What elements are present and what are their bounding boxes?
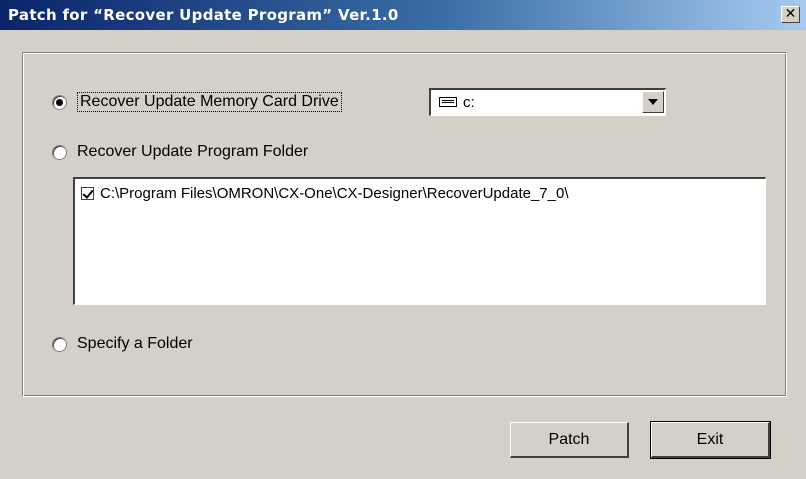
close-button[interactable]: ✕ <box>781 6 800 23</box>
folder-path: C:\Program Files\OMRON\CX-One\CX-Designe… <box>100 185 569 202</box>
folder-checkbox[interactable] <box>81 187 94 200</box>
radio-folder[interactable] <box>52 144 67 160</box>
title-bar[interactable]: Patch for “Recover Update Program” Ver.1… <box>0 0 806 30</box>
radio-specify[interactable] <box>52 336 67 352</box>
option-drive-text: Recover Update Memory Card Drive <box>80 93 339 110</box>
drive-icon <box>439 97 457 107</box>
list-item[interactable]: C:\Program Files\OMRON\CX-One\CX-Designe… <box>81 185 569 202</box>
folder-list[interactable]: C:\Program Files\OMRON\CX-One\CX-Designe… <box>73 177 766 305</box>
chevron-down-icon <box>648 99 658 105</box>
patch-button[interactable]: Patch <box>510 422 629 458</box>
drive-select[interactable]: c: <box>429 88 666 116</box>
radio-drive[interactable] <box>52 94 67 110</box>
drive-dropdown-button[interactable] <box>642 91 664 113</box>
option-specify-label: Specify a Folder <box>77 335 193 352</box>
window-title: Patch for “Recover Update Program” Ver.1… <box>8 6 399 24</box>
option-drive-label: Recover Update Memory Card Drive <box>77 92 342 112</box>
close-icon: ✕ <box>784 6 797 22</box>
option-folder[interactable]: Recover Update Program Folder <box>52 143 308 161</box>
option-drive[interactable]: Recover Update Memory Card Drive <box>52 92 342 112</box>
drive-select-value: c: <box>463 94 475 111</box>
patch-dialog: Patch for “Recover Update Program” Ver.1… <box>0 0 806 479</box>
option-folder-label: Recover Update Program Folder <box>77 143 309 160</box>
exit-button[interactable]: Exit <box>650 421 771 459</box>
option-specify[interactable]: Specify a Folder <box>52 335 193 353</box>
